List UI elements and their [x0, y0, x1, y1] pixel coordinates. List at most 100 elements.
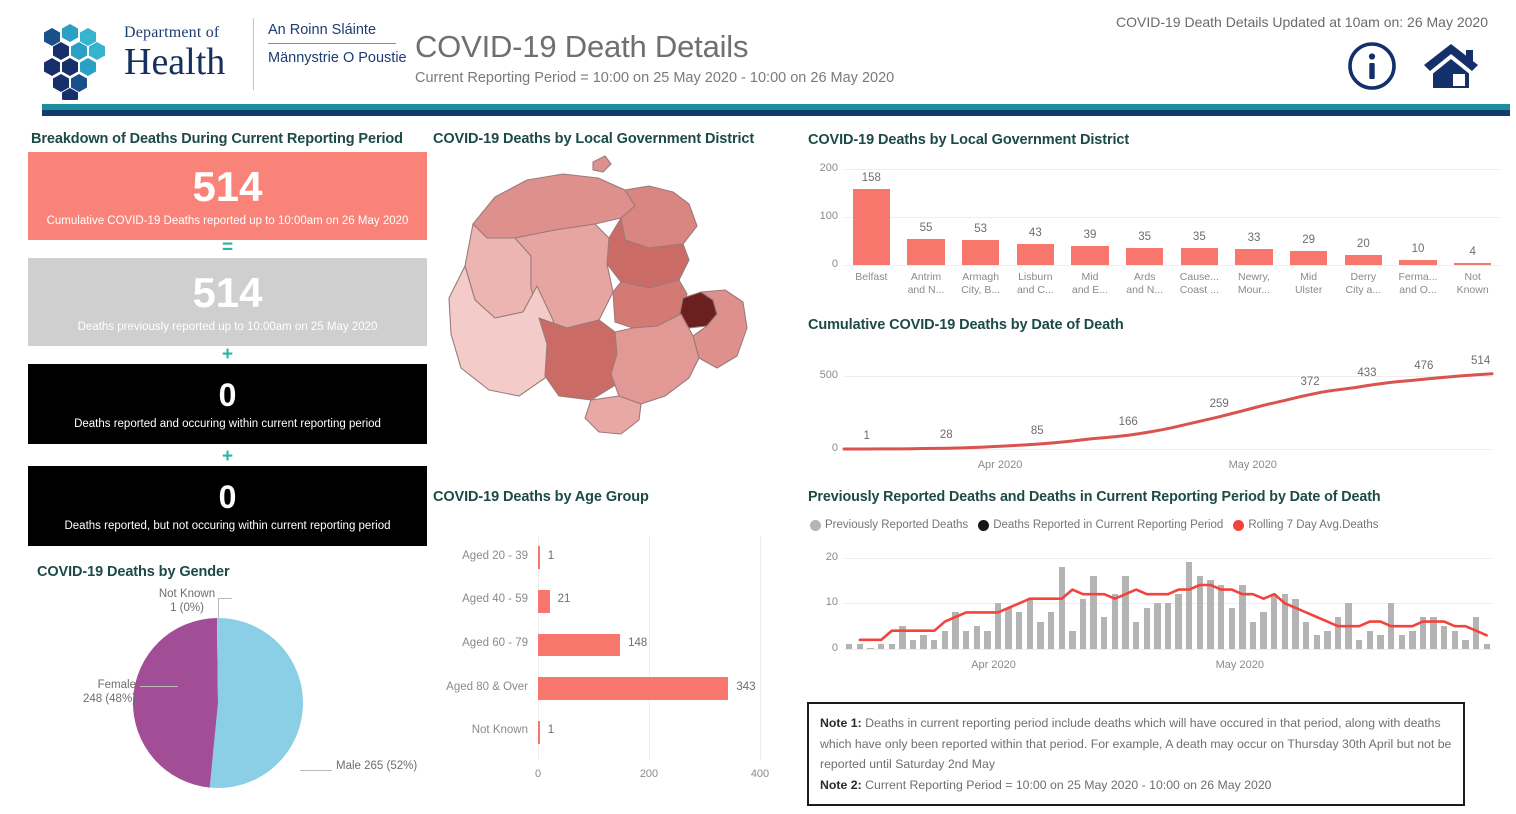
- combo-bar[interactable]: [1271, 594, 1278, 649]
- combo-bar[interactable]: [1430, 617, 1437, 649]
- combo-bar[interactable]: [1377, 635, 1384, 649]
- info-circle-icon[interactable]: [1346, 40, 1398, 92]
- combo-bar[interactable]: [1451, 630, 1458, 649]
- combo-bar[interactable]: [1037, 621, 1044, 649]
- combo-bar[interactable]: [1026, 598, 1034, 649]
- lgd-bar[interactable]: [1399, 260, 1437, 265]
- lgd-bar[interactable]: [1071, 246, 1109, 265]
- age-group-bar-chart[interactable]: 0 200 400 1 Aged 20 - 39 21 Aged 40 - 59 148 Age…: [430, 520, 800, 810]
- combo-bar[interactable]: [1079, 598, 1087, 649]
- combo-bar[interactable]: [1228, 607, 1235, 649]
- combo-bar[interactable]: [1196, 575, 1204, 649]
- combo-bar[interactable]: [846, 644, 853, 649]
- age-bar[interactable]: [538, 633, 621, 657]
- doh-logo: Department of Health: [42, 20, 247, 100]
- combo-bar[interactable]: [1249, 621, 1257, 649]
- lgd-bar[interactable]: [1235, 249, 1273, 265]
- lgd-bar-chart[interactable]: 0 100 200 158 Belfast 55 Antrim and N... 53 Armag…: [808, 155, 1508, 310]
- lgd-bar[interactable]: [1016, 244, 1054, 265]
- combo-bar[interactable]: [1292, 598, 1299, 649]
- combo-bar[interactable]: [1260, 612, 1267, 649]
- home-icon[interactable]: [1422, 40, 1480, 92]
- combo-bar[interactable]: [1132, 621, 1140, 649]
- legend-item-current-period[interactable]: Deaths Reported in Current Reporting Per…: [978, 519, 1223, 531]
- lgd-bar[interactable]: [1180, 248, 1218, 265]
- combo-bar[interactable]: [899, 626, 906, 649]
- ni-choropleth-map[interactable]: [435, 152, 800, 482]
- lgd-category-label: Not Known: [1456, 271, 1489, 296]
- combo-bar[interactable]: [984, 630, 991, 649]
- age-bar[interactable]: [538, 546, 540, 570]
- pie-slice-male[interactable]: [209, 618, 303, 788]
- lgd-bar[interactable]: [852, 189, 890, 265]
- lgd-bar[interactable]: [907, 238, 945, 265]
- combo-bar[interactable]: [1239, 585, 1246, 649]
- combo-bar[interactable]: [1207, 580, 1214, 649]
- lgd-category-label: Lisburn and C...: [1016, 271, 1054, 296]
- lgd-bar[interactable]: [1290, 251, 1328, 265]
- combo-bar[interactable]: [877, 644, 885, 649]
- legend-item-rolling-avg[interactable]: Rolling 7 Day Avg.Deaths: [1233, 519, 1379, 531]
- age-bar[interactable]: [538, 677, 729, 700]
- combo-bar[interactable]: [973, 626, 980, 649]
- legend-label: Rolling 7 Day Avg.Deaths: [1248, 519, 1379, 531]
- lgd-category-label: Antrim and N...: [907, 271, 945, 296]
- combo-bar[interactable]: [962, 630, 970, 649]
- lgd-bar[interactable]: [1126, 248, 1164, 265]
- combo-bar[interactable]: [856, 644, 864, 649]
- combo-bar[interactable]: [920, 635, 927, 649]
- combo-bar[interactable]: [952, 612, 959, 649]
- cumulative-line-chart[interactable]: 0 500 1 28 85 166 259 372 433 476 514 Apr 2020 May 2…: [808, 343, 1508, 478]
- combo-bar[interactable]: [1324, 630, 1331, 649]
- combo-bar[interactable]: [1345, 603, 1352, 649]
- combo-bar[interactable]: [1164, 603, 1172, 649]
- combo-bar[interactable]: [1398, 635, 1405, 649]
- cumulative-chart-title: Cumulative COVID-19 Deaths by Date of De…: [808, 317, 1124, 333]
- combo-bar[interactable]: [1122, 575, 1129, 649]
- combo-bar[interactable]: [1313, 635, 1320, 649]
- combo-bar[interactable]: [1186, 562, 1193, 649]
- combo-bar-line-chart[interactable]: 0 10 20 Apr 2020 May 2020: [808, 543, 1508, 688]
- combo-bar[interactable]: [1143, 607, 1150, 649]
- y-axis-tick: 0: [831, 258, 838, 270]
- combo-bar[interactable]: [1334, 617, 1342, 649]
- combo-bar[interactable]: [1101, 617, 1108, 649]
- combo-bar[interactable]: [1356, 639, 1363, 649]
- combo-bar[interactable]: [1005, 607, 1012, 649]
- combo-bar[interactable]: [1090, 575, 1097, 649]
- legend-item-previously-reported[interactable]: Previously Reported Deaths: [810, 519, 968, 531]
- combo-bar[interactable]: [994, 603, 1002, 649]
- combo-bar[interactable]: [1409, 630, 1416, 649]
- combo-bar[interactable]: [1154, 603, 1161, 649]
- combo-bar[interactable]: [1462, 639, 1469, 649]
- combo-bar[interactable]: [1047, 612, 1055, 649]
- x-axis-tick: 0: [534, 768, 542, 780]
- y-axis-tick: 200: [819, 162, 838, 174]
- age-bar[interactable]: [538, 720, 540, 744]
- combo-bar[interactable]: [1281, 594, 1289, 649]
- combo-bar[interactable]: [1217, 585, 1225, 649]
- combo-bar[interactable]: [1366, 630, 1373, 649]
- combo-bar[interactable]: [1472, 617, 1480, 649]
- combo-bar[interactable]: [867, 647, 874, 649]
- combo-bar[interactable]: [1441, 626, 1448, 649]
- lgd-bar[interactable]: [1454, 263, 1492, 265]
- combo-bar[interactable]: [1419, 617, 1427, 649]
- combo-bar[interactable]: [1111, 594, 1119, 649]
- combo-bar[interactable]: [1016, 612, 1023, 649]
- combo-bar[interactable]: [909, 639, 917, 649]
- combo-bar[interactable]: [1483, 644, 1490, 649]
- combo-bar[interactable]: [1302, 621, 1310, 649]
- pie-slice-female[interactable]: [132, 618, 218, 788]
- map-region-causeway-coast-and-glens: [472, 173, 636, 239]
- combo-bar[interactable]: [1058, 566, 1065, 649]
- age-bar[interactable]: [538, 590, 550, 613]
- combo-bar[interactable]: [941, 630, 949, 649]
- combo-bar[interactable]: [1175, 594, 1182, 649]
- combo-bar[interactable]: [888, 644, 895, 649]
- combo-bar[interactable]: [931, 639, 938, 649]
- lgd-bar[interactable]: [1344, 255, 1382, 265]
- combo-bar[interactable]: [1069, 630, 1076, 649]
- lgd-bar[interactable]: [962, 239, 1000, 265]
- combo-bar[interactable]: [1387, 603, 1395, 649]
